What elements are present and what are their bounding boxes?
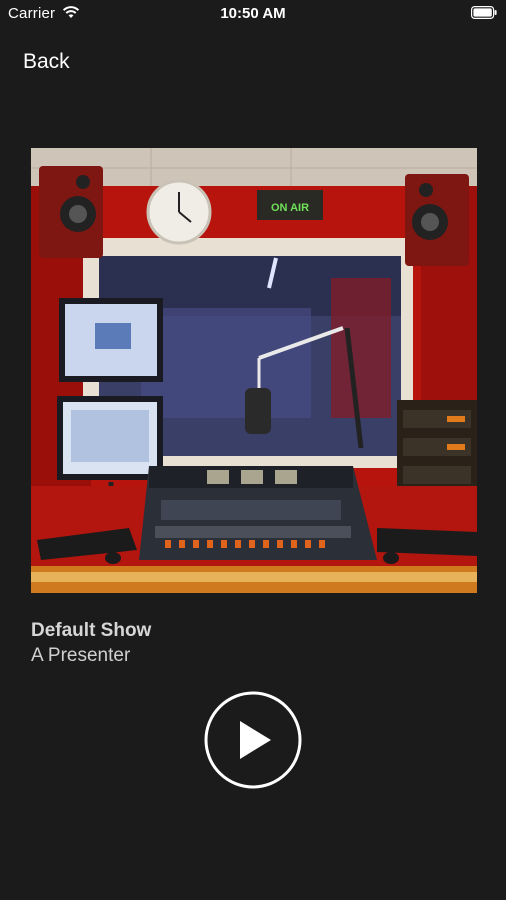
play-button[interactable] [204, 691, 302, 789]
show-artwork: ON AIR [31, 148, 477, 593]
back-button[interactable]: Back [23, 50, 70, 74]
status-time: 10:50 AM [220, 5, 286, 22]
battery-icon [471, 6, 497, 19]
on-air-sign: ON AIR [271, 202, 309, 214]
radio-studio-photo: ON AIR [31, 148, 477, 593]
show-title: Default Show [31, 620, 152, 641]
play-icon [240, 721, 271, 759]
status-bar: Carrier 10:50 AM [0, 0, 506, 28]
presenter-name: A Presenter [31, 645, 131, 666]
